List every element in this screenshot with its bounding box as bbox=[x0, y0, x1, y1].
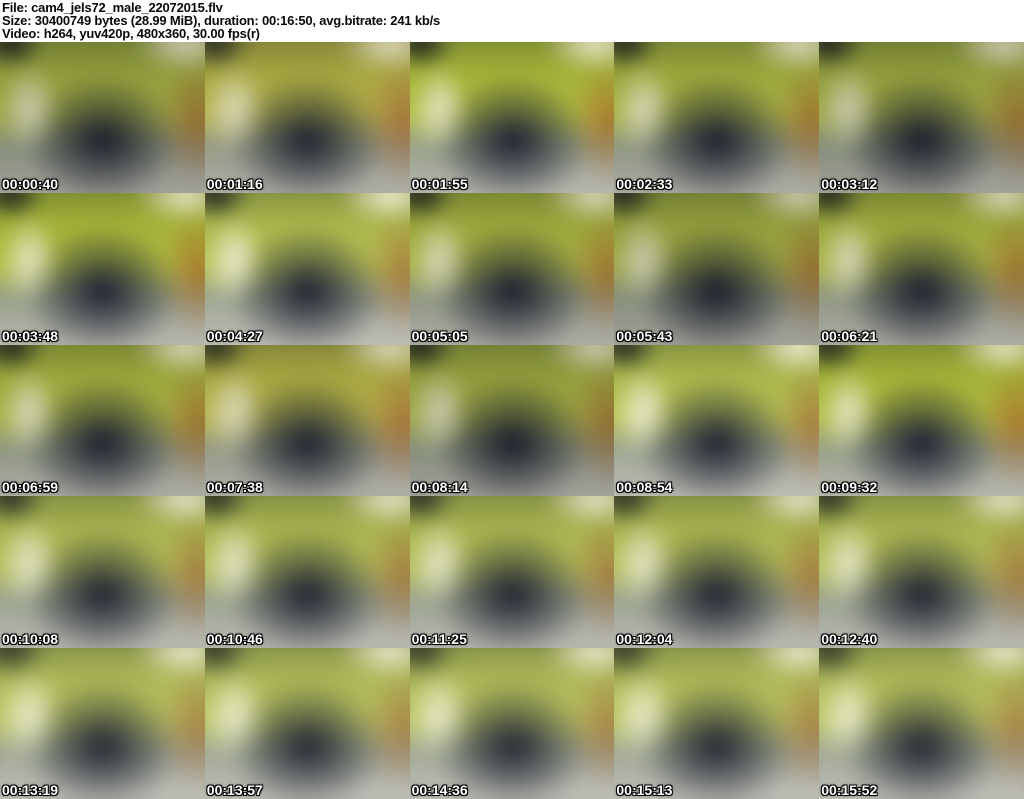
timestamp-label: 00:01:55 bbox=[411, 176, 468, 193]
frame-placeholder bbox=[409, 193, 615, 345]
video-thumbnail: 00:01:16 bbox=[204, 42, 410, 194]
timestamp-label: 00:06:59 bbox=[2, 479, 59, 496]
timestamp-label: 00:08:14 bbox=[411, 479, 468, 496]
timestamp-label: 00:14:36 bbox=[411, 781, 468, 798]
timestamp-label: 00:05:43 bbox=[616, 327, 673, 344]
timestamp-label: 00:13:57 bbox=[206, 781, 263, 798]
frame-placeholder bbox=[0, 496, 205, 648]
video-thumbnail: 00:10:46 bbox=[204, 496, 410, 648]
video-thumbnail: 00:14:36 bbox=[409, 647, 615, 799]
timestamp-label: 00:12:40 bbox=[821, 630, 878, 647]
frame-placeholder bbox=[204, 42, 410, 194]
frame-placeholder bbox=[0, 344, 205, 497]
timestamp-label: 00:10:46 bbox=[206, 630, 263, 647]
video-codec-line: Video: h264, yuv420p, 480x360, 30.00 fps… bbox=[2, 26, 260, 41]
video-thumbnail: 00:02:33 bbox=[614, 42, 820, 194]
frame-placeholder bbox=[819, 344, 1024, 497]
frame-placeholder bbox=[819, 42, 1024, 194]
frame-placeholder bbox=[0, 647, 205, 799]
frame-placeholder bbox=[204, 193, 410, 345]
timestamp-label: 00:15:52 bbox=[821, 781, 878, 798]
frame-placeholder bbox=[409, 42, 615, 194]
timestamp-label: 00:03:48 bbox=[2, 327, 59, 344]
video-thumbnail: 00:07:38 bbox=[204, 344, 410, 497]
frame-placeholder bbox=[204, 344, 410, 497]
frame-placeholder bbox=[614, 647, 820, 799]
timestamp-label: 00:15:13 bbox=[616, 781, 673, 798]
frame-placeholder bbox=[614, 344, 820, 497]
video-thumbnail: 00:09:32 bbox=[819, 344, 1024, 497]
timestamp-label: 00:07:38 bbox=[206, 479, 263, 496]
video-thumbnail: 00:05:05 bbox=[409, 193, 615, 345]
timestamp-label: 00:06:21 bbox=[821, 327, 878, 344]
video-thumbnail: 00:13:19 bbox=[0, 647, 205, 799]
frame-placeholder bbox=[409, 647, 615, 799]
video-thumbnail: 00:08:14 bbox=[409, 344, 615, 497]
video-thumbnail: 00:06:59 bbox=[0, 344, 205, 497]
video-thumbnail: 00:13:57 bbox=[204, 647, 410, 799]
thumbnail-grid: 00:00:40 00:01:16 00:01:55 00:02:33 00:0… bbox=[0, 42, 1024, 799]
timestamp-label: 00:10:08 bbox=[2, 630, 59, 647]
frame-placeholder bbox=[614, 42, 820, 194]
video-thumbnail: 00:15:52 bbox=[819, 647, 1024, 799]
timestamp-label: 00:12:04 bbox=[616, 630, 673, 647]
timestamp-label: 00:03:12 bbox=[821, 176, 878, 193]
video-thumbnail: 00:15:13 bbox=[614, 647, 820, 799]
timestamp-label: 00:09:32 bbox=[821, 479, 878, 496]
timestamp-label: 00:13:19 bbox=[2, 781, 59, 798]
video-thumbnail: 00:03:48 bbox=[0, 193, 205, 345]
video-thumbnail: 00:04:27 bbox=[204, 193, 410, 345]
timestamp-label: 00:08:54 bbox=[616, 479, 673, 496]
video-thumbnail: 00:01:55 bbox=[409, 42, 615, 194]
frame-placeholder bbox=[0, 193, 205, 345]
video-thumbnail: 00:11:25 bbox=[409, 496, 615, 648]
video-thumbnail: 00:12:04 bbox=[614, 496, 820, 648]
video-thumbnail: 00:12:40 bbox=[819, 496, 1024, 648]
timestamp-label: 00:11:25 bbox=[411, 630, 467, 647]
frame-placeholder bbox=[819, 496, 1024, 648]
video-thumbnail: 00:06:21 bbox=[819, 193, 1024, 345]
file-info-header: File: cam4_jels72_male_22072015.flv Size… bbox=[0, 0, 1024, 42]
frame-placeholder bbox=[0, 42, 205, 194]
frame-placeholder bbox=[614, 496, 820, 648]
frame-placeholder bbox=[204, 647, 410, 799]
video-thumbnail: 00:10:08 bbox=[0, 496, 205, 648]
timestamp-label: 00:04:27 bbox=[206, 327, 263, 344]
video-thumbnail: 00:08:54 bbox=[614, 344, 820, 497]
video-thumbnail: 00:05:43 bbox=[614, 193, 820, 345]
video-thumbnail: 00:03:12 bbox=[819, 42, 1024, 194]
frame-placeholder bbox=[204, 496, 410, 648]
frame-placeholder bbox=[409, 496, 615, 648]
timestamp-label: 00:05:05 bbox=[411, 327, 468, 344]
timestamp-label: 00:02:33 bbox=[616, 176, 673, 193]
video-thumbnail: 00:00:40 bbox=[0, 42, 205, 194]
frame-placeholder bbox=[819, 647, 1024, 799]
timestamp-label: 00:00:40 bbox=[2, 176, 59, 193]
frame-placeholder bbox=[614, 193, 820, 345]
frame-placeholder bbox=[819, 193, 1024, 345]
frame-placeholder bbox=[409, 344, 615, 497]
timestamp-label: 00:01:16 bbox=[206, 176, 263, 193]
